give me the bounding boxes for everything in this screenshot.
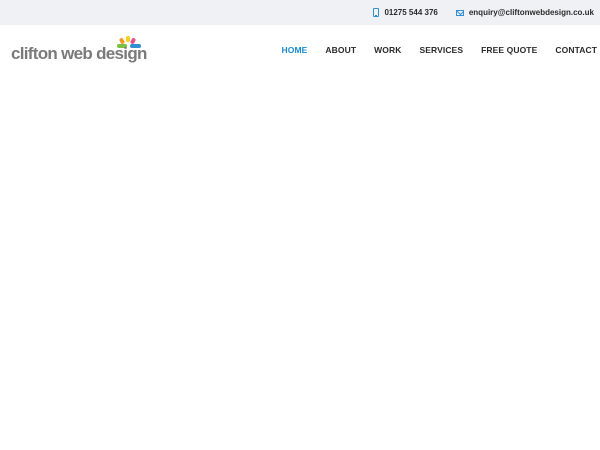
email-link[interactable]: enquiry@cliftonwebdesign.co.uk [455, 8, 594, 17]
phone-icon [373, 8, 380, 17]
nav-free-quote[interactable]: FREE QUOTE [481, 45, 537, 55]
site-header: clifton web design HOME ABOUT WORK SERVI… [0, 25, 600, 77]
nav-work[interactable]: WORK [374, 45, 401, 55]
phone-link[interactable]: 01275 544 376 [373, 8, 438, 17]
site-logo[interactable]: clifton web design [11, 36, 147, 66]
phone-number: 01275 544 376 [384, 8, 438, 17]
nav-about[interactable]: ABOUT [325, 45, 356, 55]
nav-services[interactable]: SERVICES [419, 45, 463, 55]
mail-icon [455, 9, 464, 16]
main-content-area [0, 77, 600, 450]
nav-contact[interactable]: CONTACT [555, 45, 597, 55]
nav-home[interactable]: HOME [282, 45, 308, 55]
email-address: enquiry@cliftonwebdesign.co.uk [468, 8, 594, 17]
logo-text: clifton web design [11, 44, 147, 63]
top-contact-bar: 01275 544 376 enquiry@cliftonwebdesign.c… [0, 0, 600, 25]
main-nav: HOME ABOUT WORK SERVICES FREE QUOTE CONT… [264, 45, 597, 55]
